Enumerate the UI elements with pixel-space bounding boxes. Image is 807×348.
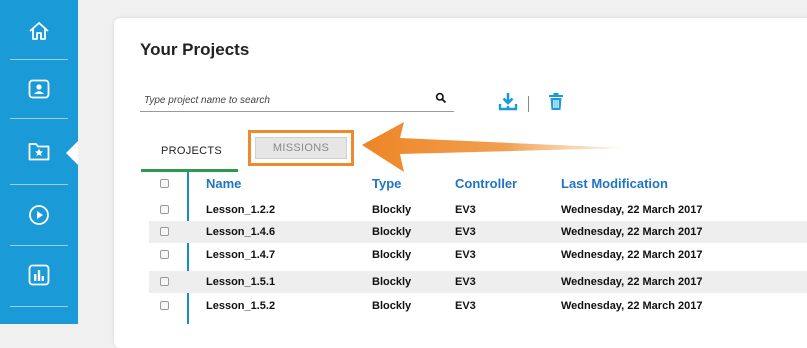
row-checkbox[interactable] bbox=[160, 277, 169, 286]
project-modified: Wednesday, 22 March 2017 bbox=[561, 276, 703, 288]
tab-missions[interactable]: MISSIONS bbox=[255, 137, 347, 159]
project-name[interactable]: Lesson_1.5.2 bbox=[206, 295, 275, 317]
bar-chart-icon bbox=[28, 264, 50, 286]
project-modified: Wednesday, 22 March 2017 bbox=[561, 204, 703, 216]
project-modified: Wednesday, 22 March 2017 bbox=[561, 226, 703, 238]
project-controller: EV3 bbox=[455, 300, 476, 312]
project-type: Blockly bbox=[372, 226, 412, 238]
project-name[interactable]: Lesson_1.2.2 bbox=[206, 199, 275, 221]
column-header-last-modification[interactable]: Last Modification bbox=[561, 173, 668, 195]
toolbar-separator bbox=[528, 96, 529, 112]
project-name[interactable]: Lesson_1.5.1 bbox=[206, 271, 275, 293]
table-header: Name Type Controller Last Modification bbox=[149, 173, 807, 195]
project-type: Blockly bbox=[372, 300, 412, 312]
sidebar-item-stats[interactable] bbox=[0, 246, 78, 304]
project-controller: EV3 bbox=[455, 226, 476, 238]
row-checkbox[interactable] bbox=[160, 250, 169, 259]
column-header-name[interactable]: Name bbox=[206, 173, 241, 195]
star-folder-icon bbox=[28, 143, 50, 161]
select-all-checkbox[interactable] bbox=[160, 179, 169, 188]
sidebar-divider bbox=[10, 118, 68, 119]
column-header-type[interactable]: Type bbox=[372, 173, 401, 195]
project-name[interactable]: Lesson_1.4.6 bbox=[206, 221, 275, 243]
table-row[interactable]: Lesson_1.5.1 Blockly EV3 Wednesday, 22 M… bbox=[149, 271, 807, 293]
project-modified: Wednesday, 22 March 2017 bbox=[561, 300, 703, 312]
project-controller: EV3 bbox=[455, 249, 476, 261]
page-title: Your Projects bbox=[140, 40, 250, 59]
search-input[interactable] bbox=[144, 91, 424, 109]
project-name[interactable]: Lesson_1.4.7 bbox=[206, 244, 275, 266]
project-controller: EV3 bbox=[455, 276, 476, 288]
table-row[interactable]: Lesson_1.4.7 Blockly EV3 Wednesday, 22 M… bbox=[149, 244, 807, 266]
play-circle-icon bbox=[29, 205, 49, 225]
row-checkbox[interactable] bbox=[160, 227, 169, 236]
search-box bbox=[140, 88, 454, 112]
profile-folder-icon bbox=[28, 79, 50, 99]
sidebar bbox=[0, 0, 78, 324]
row-checkbox[interactable] bbox=[160, 205, 169, 214]
sidebar-divider bbox=[10, 306, 68, 307]
active-tab-underline bbox=[141, 169, 238, 172]
project-controller: EV3 bbox=[455, 204, 476, 216]
project-modified: Wednesday, 22 March 2017 bbox=[561, 249, 703, 261]
tab-projects[interactable]: PROJECTS bbox=[161, 145, 222, 157]
sidebar-divider bbox=[10, 184, 68, 185]
trash-icon[interactable] bbox=[548, 93, 564, 111]
search-icon[interactable] bbox=[435, 92, 447, 104]
download-icon[interactable] bbox=[498, 92, 518, 112]
project-type: Blockly bbox=[372, 249, 412, 261]
annotation-arrow bbox=[362, 122, 624, 172]
column-header-controller[interactable]: Controller bbox=[455, 173, 517, 195]
row-checkbox[interactable] bbox=[160, 301, 169, 310]
project-type: Blockly bbox=[372, 204, 412, 216]
sidebar-item-profile[interactable] bbox=[0, 60, 78, 118]
sidebar-item-home[interactable] bbox=[0, 2, 78, 60]
project-type: Blockly bbox=[372, 276, 412, 288]
table-row[interactable]: Lesson_1.2.2 Blockly EV3 Wednesday, 22 M… bbox=[149, 199, 807, 221]
home-icon bbox=[29, 22, 49, 40]
active-indicator bbox=[66, 141, 78, 165]
sidebar-item-play[interactable] bbox=[0, 186, 78, 244]
table-row[interactable]: Lesson_1.4.6 Blockly EV3 Wednesday, 22 M… bbox=[149, 221, 807, 243]
table-row[interactable]: Lesson_1.5.2 Blockly EV3 Wednesday, 22 M… bbox=[149, 295, 807, 317]
